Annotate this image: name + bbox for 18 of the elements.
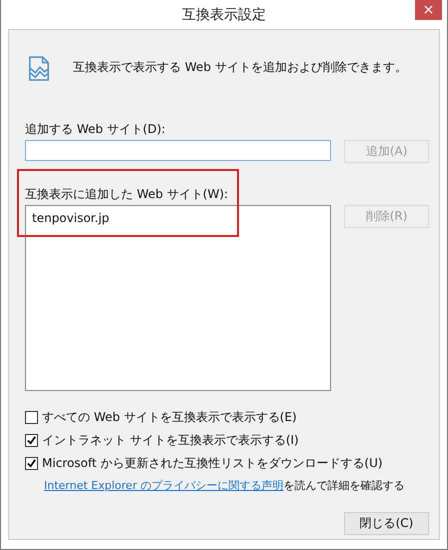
privacy-link[interactable]: Internet Explorer のプライバシーに関する声明: [44, 479, 284, 492]
list-item[interactable]: tenpovisor.jp: [32, 211, 324, 225]
close-dialog-button[interactable]: 閉じる(C): [344, 512, 429, 535]
checkbox[interactable]: [25, 434, 38, 446]
field-label: 追加する Web サイト(D):: [25, 121, 166, 136]
list-label: 互換表示に追加した Web サイト(W):: [25, 186, 230, 201]
close-button[interactable]: ×: [415, 0, 442, 20]
description-text: 互換表示で表示する Web サイトを追加および削除できます。: [73, 59, 407, 76]
website-list[interactable]: tenpovisor.jp: [25, 205, 332, 391]
checkbox-label: イントラネット サイトを互換表示で表示する(I): [42, 432, 299, 448]
website-input-field[interactable]: [25, 140, 332, 161]
privacy-sentence: Internet Explorer のプライバシーに関する声明を読んで詳細を確認する: [44, 478, 404, 493]
checkbox[interactable]: [25, 410, 38, 424]
broken-page-icon: [28, 56, 50, 82]
checkbox-label: Microsoft から更新された互換性リストをダウンロードする(U): [42, 454, 383, 472]
checkbox-label: すべての Web サイトを互換表示で表示する(E): [42, 408, 297, 426]
window-title: 互換表示設定: [182, 6, 266, 24]
checkbox[interactable]: [25, 456, 38, 470]
